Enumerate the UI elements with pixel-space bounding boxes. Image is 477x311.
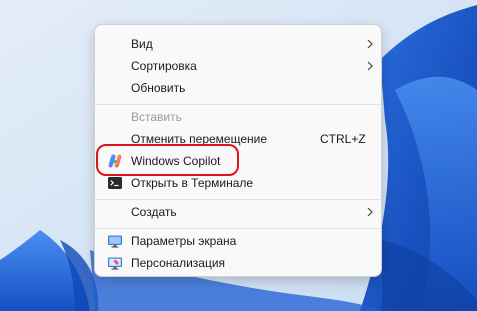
display-settings-icon <box>108 235 122 248</box>
chevron-right-icon <box>367 39 373 49</box>
menu-item-view[interactable]: Вид <box>99 33 377 55</box>
chevron-right-icon <box>367 61 373 71</box>
menu-item-label: Вид <box>131 37 153 51</box>
menu-item-label: Обновить <box>131 81 186 95</box>
menu-item-label: Параметры экрана <box>131 234 237 248</box>
menu-item-sort[interactable]: Сортировка <box>99 55 377 77</box>
menu-item-personalization[interactable]: Персонализация <box>99 252 377 274</box>
shortcut-label: CTRL+Z <box>320 132 366 146</box>
menu-separator <box>95 104 381 105</box>
menu-separator <box>95 199 381 200</box>
copilot-highlight-outline <box>96 144 239 176</box>
menu-item-label: Вставить <box>131 110 182 124</box>
menu-item-label: Персонализация <box>131 256 226 270</box>
terminal-icon <box>108 177 122 189</box>
menu-item-new[interactable]: Создать <box>99 201 377 223</box>
menu-item-refresh[interactable]: Обновить <box>99 77 377 99</box>
personalization-icon <box>108 257 122 270</box>
menu-item-paste: Вставить <box>99 106 377 128</box>
menu-item-display-settings[interactable]: Параметры экрана <box>99 230 377 252</box>
menu-item-label: Создать <box>131 205 177 219</box>
menu-separator <box>95 228 381 229</box>
menu-item-label: Сортировка <box>131 59 197 73</box>
chevron-right-icon <box>367 207 373 217</box>
